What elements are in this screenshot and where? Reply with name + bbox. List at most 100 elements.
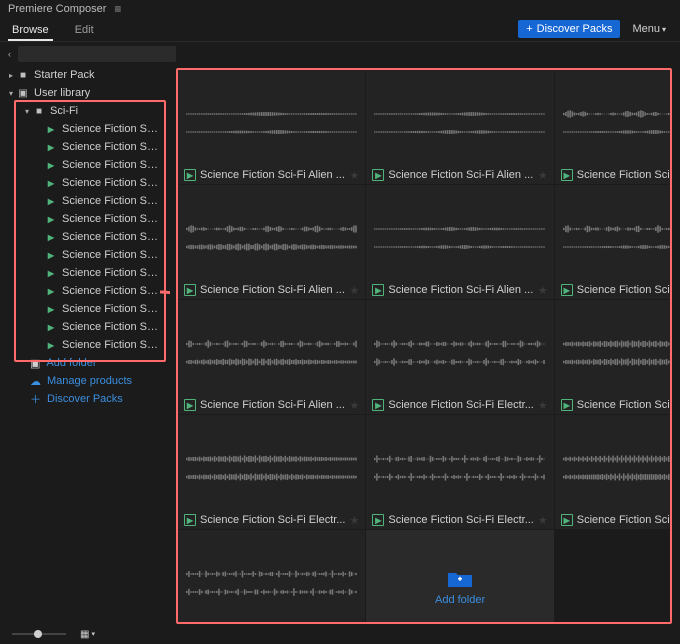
- add-folder-label: Add folder: [435, 594, 485, 606]
- waveform-preview: [555, 415, 670, 511]
- grid-item-title: Science Fiction Sci-Fi Alien ...: [577, 284, 670, 296]
- search-wrap: ⌕: [18, 46, 176, 62]
- tree-label: Science Fiction Sci-F...: [62, 159, 158, 171]
- tree-item-clip[interactable]: ▶Science Fiction Sci-F...: [0, 210, 170, 228]
- grid-item[interactable]: ▶Science Fiction Sci-Fi Electr...★: [555, 300, 670, 414]
- waveform-channel: [374, 473, 545, 481]
- tree-item-user-library[interactable]: ▾ ▣ User library: [0, 84, 170, 102]
- waveform-channel: [374, 455, 545, 463]
- waveform-channel: [563, 128, 670, 136]
- waveform-preview: [178, 185, 365, 281]
- tree-item-clip[interactable]: ▶Science Fiction Sci-F...: [0, 282, 170, 300]
- clip-icon: ▶: [44, 323, 58, 332]
- clip-icon: ▶: [44, 341, 58, 350]
- waveform-channel: [186, 243, 357, 251]
- tree-label: Science Fiction Sci-F...: [62, 267, 158, 279]
- sidebar-manage-products[interactable]: ☁ Manage products: [0, 372, 170, 390]
- clip-icon: ▶: [44, 269, 58, 278]
- tree-item-clip[interactable]: ▶Science Fiction Sci-F...: [0, 138, 170, 156]
- chevron-down-icon: ▾: [22, 107, 32, 116]
- waveform-channel: [186, 358, 357, 366]
- menu-button[interactable]: Menu ▾: [626, 20, 672, 38]
- clip-icon: ▶: [44, 251, 58, 260]
- tab-edit[interactable]: Edit: [71, 20, 98, 41]
- search-input[interactable]: [18, 46, 176, 62]
- grid-item[interactable]: ▶Science Fiction Sci-Fi Alien ...★: [366, 70, 553, 184]
- grid-item[interactable]: ▶Science Fiction Sci-Fi Alien ...★: [555, 70, 670, 184]
- grid-item[interactable]: ▶Science Fiction Sci-Fi Alien ...★: [555, 185, 670, 299]
- tab-browse[interactable]: Browse: [8, 20, 53, 41]
- clip-icon: ▶: [561, 514, 573, 526]
- waveform-channel: [563, 340, 670, 348]
- waveform-channel: [186, 340, 357, 348]
- grid-item[interactable]: ▶Science Fiction Sci-Fi Alien ...★: [178, 70, 365, 184]
- favorite-icon[interactable]: ★: [350, 284, 360, 297]
- zoom-slider[interactable]: [12, 633, 66, 635]
- clip-icon: ▶: [44, 143, 58, 152]
- favorite-icon[interactable]: ★: [538, 399, 548, 412]
- folder-icon: ■: [32, 106, 46, 117]
- tree-item-clip[interactable]: ▶Science Fiction Sci-F...: [0, 120, 170, 138]
- favorite-icon[interactable]: ★: [538, 514, 548, 527]
- hamburger-icon[interactable]: ≡: [114, 2, 121, 16]
- collapse-tree-icon[interactable]: ‹: [8, 49, 18, 59]
- favorite-icon[interactable]: ★: [350, 399, 360, 412]
- slider-knob[interactable]: [34, 630, 42, 638]
- favorite-icon[interactable]: ★: [350, 514, 360, 527]
- tree-label: Science Fiction Sci-F...: [62, 231, 158, 243]
- clip-icon: ▶: [44, 197, 58, 206]
- tree-item-scifi[interactable]: ▾ ■ Sci-Fi: [0, 102, 170, 120]
- grid-item[interactable]: ▶Science Fiction Sci-Fi Electr...★: [555, 415, 670, 529]
- thumbnail-grid: ▶Science Fiction Sci-Fi Alien ...★▶Scien…: [178, 70, 670, 622]
- grid-item[interactable]: ▶Science Fiction Sci-Fi Electr...★: [366, 415, 553, 529]
- tree-item-clip[interactable]: ▶Science Fiction Sci-F...: [0, 246, 170, 264]
- waveform-channel: [563, 225, 670, 233]
- waveform-channel: [374, 225, 545, 233]
- clip-icon: ▶: [372, 169, 384, 181]
- waveform-channel: [374, 358, 545, 366]
- discover-packs-button[interactable]: + Discover Packs: [518, 20, 620, 38]
- menu-label: Menu: [632, 23, 660, 35]
- grid-item[interactable]: ▶Science Fiction Sci-Fi Electr...★: [366, 300, 553, 414]
- grid-item[interactable]: ▶Science Fiction Sci-Fi Alien ...★: [178, 185, 365, 299]
- tree-item-clip[interactable]: ▶Science Fiction Sci-F...: [0, 318, 170, 336]
- grid-item-title: Science Fiction Sci-Fi Electr...: [200, 514, 346, 526]
- grid-add-folder[interactable]: Add folder: [366, 530, 553, 622]
- favorite-icon[interactable]: ★: [350, 169, 360, 182]
- tree-item-clip[interactable]: ▶Science Fiction Sci-F...: [0, 228, 170, 246]
- grid-item[interactable]: ▶Science Fiction Sci-Fi Alien ...★: [366, 185, 553, 299]
- sidebar-add-folder[interactable]: ▣ Add folder: [0, 354, 170, 372]
- waveform-channel: [186, 473, 357, 481]
- waveform-preview: [555, 70, 670, 166]
- waveform-preview: [366, 70, 553, 166]
- view-mode-toggle[interactable]: ▦ ▾: [80, 629, 95, 640]
- chevron-down-icon: ▾: [6, 89, 16, 98]
- grid-item-title: Science Fiction Sci-Fi Electr...: [577, 514, 670, 526]
- tree-item-clip[interactable]: ▶Science Fiction Sci-F...: [0, 192, 170, 210]
- tree-item-clip[interactable]: ▶Science Fiction Sci-F...: [0, 156, 170, 174]
- waveform-channel: [374, 128, 545, 136]
- waveform-channel: [563, 243, 670, 251]
- tree-item-starter-pack[interactable]: ▸ ■ Starter Pack: [0, 66, 170, 84]
- sidebar-discover-packs[interactable]: ＋ Discover Packs: [0, 390, 170, 408]
- tree-item-clip[interactable]: ▶Science Fiction Sci-F...: [0, 336, 170, 354]
- waveform-channel: [186, 110, 357, 118]
- clip-icon: ▶: [44, 125, 58, 134]
- grid-item[interactable]: ▶Science Fiction Sci-Fi Electr...★: [178, 530, 365, 622]
- clip-icon: ▶: [561, 169, 573, 181]
- waveform-preview: [555, 185, 670, 281]
- waveform-preview: [178, 70, 365, 166]
- grid-item-footer: ▶Science Fiction Sci-Fi Alien ...★: [178, 396, 365, 414]
- tree-item-clip[interactable]: ▶ Science Fiction Sci-F...: [0, 264, 170, 282]
- grid-item[interactable]: ▶Science Fiction Sci-Fi Alien ...★: [178, 300, 365, 414]
- favorite-icon[interactable]: ★: [538, 169, 548, 182]
- tree-item-clip[interactable]: ▶Science Fiction Sci-F...: [0, 300, 170, 318]
- grid-item-title: Science Fiction Sci-Fi Electr...: [577, 399, 670, 411]
- clip-icon: ▶: [44, 287, 58, 296]
- waveform-channel: [563, 110, 670, 118]
- grid-item-footer: ▶Science Fiction Sci-Fi Electr...★: [178, 511, 365, 529]
- favorite-icon[interactable]: ★: [538, 284, 548, 297]
- grid-item[interactable]: ▶Science Fiction Sci-Fi Electr...★: [178, 415, 365, 529]
- waveform-preview: [178, 415, 365, 511]
- tree-item-clip[interactable]: ▶Science Fiction Sci-F...: [0, 174, 170, 192]
